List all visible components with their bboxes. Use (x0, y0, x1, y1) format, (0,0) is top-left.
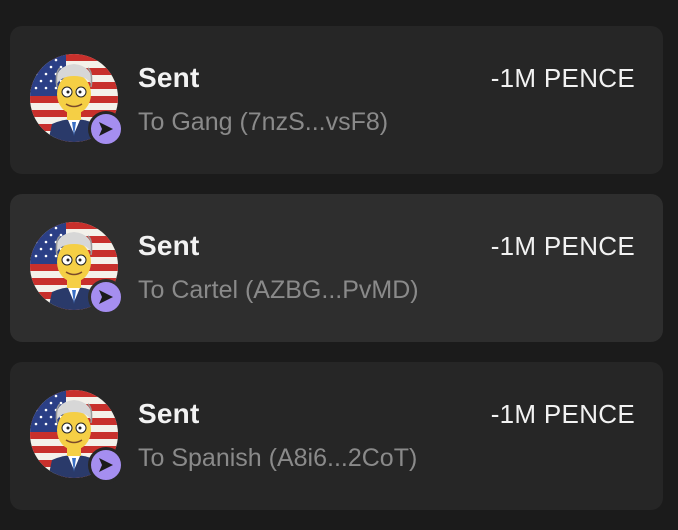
send-arrow-icon (88, 279, 124, 315)
transaction-recipient: To Spanish (A8i6...2CoT) (138, 444, 418, 472)
transaction-title: Sent (138, 230, 200, 261)
transaction-title: Sent (138, 62, 200, 93)
transaction-recipient: To Gang (7nzS...vsF8) (138, 108, 389, 136)
transaction-recipient: To Cartel (AZBG...PvMD) (138, 276, 419, 304)
transaction-amount: -1M PENCE (490, 399, 635, 429)
transaction-amount: -1M PENCE (490, 231, 635, 261)
transaction-row[interactable]: Sent To Gang (7nzS...vsF8) -1M PENCE (10, 26, 663, 174)
transaction-list: Sent To Gang (7nzS...vsF8) -1M PENCE Sen… (0, 0, 678, 530)
transaction-row[interactable]: Sent To Spanish (A8i6...2CoT) -1M PENCE (10, 362, 663, 510)
send-arrow-icon (88, 111, 124, 147)
send-arrow-icon (88, 447, 124, 483)
avatar (30, 390, 124, 483)
avatar (30, 54, 124, 147)
avatar (30, 222, 124, 315)
transaction-title: Sent (138, 398, 200, 429)
transaction-amount: -1M PENCE (490, 63, 635, 93)
transaction-row[interactable]: Sent To Cartel (AZBG...PvMD) -1M PENCE (10, 194, 663, 342)
